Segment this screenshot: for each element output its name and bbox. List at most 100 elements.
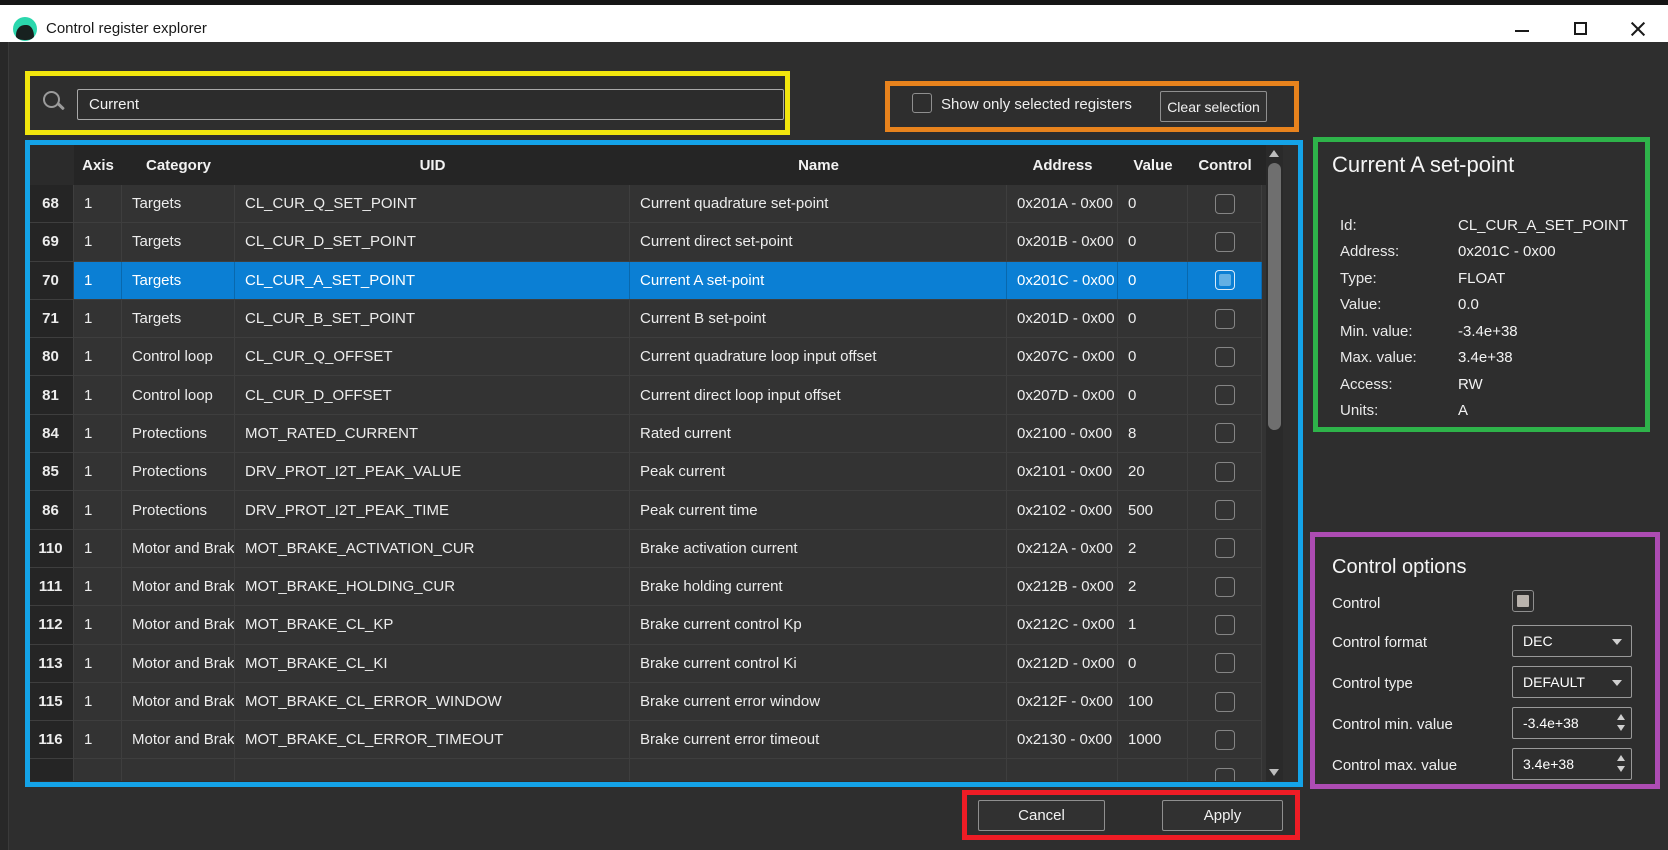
- control-max-input[interactable]: 3.4e+38: [1512, 748, 1632, 780]
- uid-cell: DRV_PROT_I2T_PEAK_TIME: [235, 491, 630, 528]
- header-uid[interactable]: UID: [235, 145, 630, 185]
- axis-cell: 1: [74, 338, 122, 375]
- header-control[interactable]: Control: [1188, 145, 1262, 185]
- value-cell: 1: [1118, 606, 1188, 643]
- register-row[interactable]: 861ProtectionsDRV_PROT_I2T_PEAK_TIMEPeak…: [28, 491, 1262, 529]
- header-value[interactable]: Value: [1118, 145, 1188, 185]
- maximize-button[interactable]: [1557, 10, 1603, 47]
- register-row[interactable]: 681TargetsCL_CUR_Q_SET_POINTCurrent quad…: [28, 185, 1262, 223]
- category-cell: Protections: [122, 491, 235, 528]
- row-control-checkbox[interactable]: [1215, 500, 1235, 520]
- cancel-button[interactable]: Cancel: [978, 800, 1105, 831]
- axis-cell: [74, 759, 122, 781]
- row-control-checkbox[interactable]: [1215, 615, 1235, 635]
- spin-up-icon[interactable]: [1617, 755, 1625, 761]
- axis-cell: 1: [74, 223, 122, 260]
- scrollbar-thumb[interactable]: [1268, 163, 1281, 430]
- register-row[interactable]: 701TargetsCL_CUR_A_SET_POINTCurrent A se…: [28, 262, 1262, 300]
- register-row[interactable]: 811Control loopCL_CUR_D_OFFSETCurrent di…: [28, 376, 1262, 414]
- detail-field-row: Id:CL_CUR_A_SET_POINT: [1340, 212, 1640, 239]
- name-cell: Brake current control Ki: [630, 645, 1007, 682]
- name-cell: Brake current control Kp: [630, 606, 1007, 643]
- row-control-checkbox[interactable]: [1215, 768, 1235, 781]
- detail-field-label: Type:: [1340, 270, 1458, 287]
- header-category[interactable]: Category: [122, 145, 235, 185]
- register-row[interactable]: 1131Motor and BrakeMOT_BRAKE_CL_KIBrake …: [28, 645, 1262, 683]
- detail-field-value: RW: [1458, 376, 1483, 393]
- row-control-checkbox[interactable]: [1215, 270, 1235, 290]
- control-checkbox[interactable]: [1512, 590, 1534, 612]
- category-cell: Targets: [122, 223, 235, 260]
- name-cell: Brake current error timeout: [630, 721, 1007, 758]
- header-name[interactable]: Name: [630, 145, 1007, 185]
- num-cell: 116: [28, 721, 74, 758]
- register-row[interactable]: 1121Motor and BrakeMOT_BRAKE_CL_KPBrake …: [28, 606, 1262, 644]
- row-control-checkbox[interactable]: [1215, 462, 1235, 482]
- row-control-checkbox[interactable]: [1215, 692, 1235, 712]
- value-cell: 0: [1118, 338, 1188, 375]
- axis-cell: 1: [74, 568, 122, 605]
- category-cell: Control loop: [122, 376, 235, 413]
- register-row[interactable]: 841ProtectionsMOT_RATED_CURRENTRated cur…: [28, 415, 1262, 453]
- value-cell: 20: [1118, 453, 1188, 490]
- header-address[interactable]: Address: [1007, 145, 1118, 185]
- row-control-checkbox[interactable]: [1215, 730, 1235, 750]
- control-cell: [1188, 223, 1262, 260]
- spin-down-icon[interactable]: [1617, 766, 1625, 772]
- register-row[interactable]: 711TargetsCL_CUR_B_SET_POINTCurrent B se…: [28, 300, 1262, 338]
- row-control-checkbox[interactable]: [1215, 347, 1235, 367]
- axis-cell: 1: [74, 415, 122, 452]
- header-axis[interactable]: Axis: [74, 145, 122, 185]
- detail-field-row: Address:0x201C - 0x00: [1340, 239, 1640, 266]
- row-control-checkbox[interactable]: [1215, 577, 1235, 597]
- register-row[interactable]: 1151Motor and BrakeMOT_BRAKE_CL_ERROR_WI…: [28, 683, 1262, 721]
- register-row[interactable]: [28, 759, 1262, 781]
- register-row[interactable]: 691TargetsCL_CUR_D_SET_POINTCurrent dire…: [28, 223, 1262, 261]
- name-cell: Current direct set-point: [630, 223, 1007, 260]
- name-cell: Peak current: [630, 453, 1007, 490]
- search-input[interactable]: [77, 89, 784, 120]
- register-row[interactable]: 1161Motor and BrakeMOT_BRAKE_CL_ERROR_TI…: [28, 721, 1262, 759]
- name-cell: Brake current error window: [630, 683, 1007, 720]
- num-cell: 80: [28, 338, 74, 375]
- control-format-select[interactable]: DEC: [1512, 625, 1632, 657]
- show-only-selected-label: Show only selected registers: [941, 96, 1132, 113]
- value-cell: 8: [1118, 415, 1188, 452]
- register-row[interactable]: 851ProtectionsDRV_PROT_I2T_PEAK_VALUEPea…: [28, 453, 1262, 491]
- apply-button[interactable]: Apply: [1162, 800, 1283, 831]
- detail-field-value: 0.0: [1458, 296, 1479, 313]
- uid-cell: CL_CUR_D_SET_POINT: [235, 223, 630, 260]
- show-only-selected-checkbox[interactable]: [912, 93, 932, 113]
- uid-cell: CL_CUR_B_SET_POINT: [235, 300, 630, 337]
- minimize-button[interactable]: [1499, 10, 1545, 47]
- control-cell: [1188, 262, 1262, 299]
- spin-up-icon[interactable]: [1617, 714, 1625, 720]
- category-cell: [122, 759, 235, 781]
- row-control-checkbox[interactable]: [1215, 385, 1235, 405]
- clear-selection-button[interactable]: Clear selection: [1160, 91, 1267, 122]
- register-row[interactable]: 1111Motor and BrakeMOT_BRAKE_HOLDING_CUR…: [28, 568, 1262, 606]
- row-control-checkbox[interactable]: [1215, 423, 1235, 443]
- detail-field-value: A: [1458, 402, 1468, 419]
- value-cell: 0: [1118, 376, 1188, 413]
- detail-field-value: 3.4e+38: [1458, 349, 1513, 366]
- register-row[interactable]: 801Control loopCL_CUR_Q_OFFSETCurrent qu…: [28, 338, 1262, 376]
- row-control-checkbox[interactable]: [1215, 653, 1235, 673]
- address-cell: [1007, 759, 1118, 781]
- control-min-input[interactable]: -3.4e+38: [1512, 707, 1632, 739]
- row-control-checkbox[interactable]: [1215, 194, 1235, 214]
- detail-field-value: FLOAT: [1458, 270, 1505, 287]
- control-min-label: Control min. value: [1332, 716, 1453, 733]
- uid-cell: MOT_BRAKE_HOLDING_CUR: [235, 568, 630, 605]
- close-button[interactable]: [1614, 10, 1660, 47]
- register-row[interactable]: 1101Motor and BrakeMOT_BRAKE_ACTIVATION_…: [28, 530, 1262, 568]
- row-control-checkbox[interactable]: [1215, 538, 1235, 558]
- row-control-checkbox[interactable]: [1215, 232, 1235, 252]
- spin-down-icon[interactable]: [1617, 725, 1625, 731]
- scroll-up-button[interactable]: [1266, 145, 1283, 162]
- row-control-checkbox[interactable]: [1215, 309, 1235, 329]
- control-cell: [1188, 376, 1262, 413]
- control-type-select[interactable]: DEFAULT: [1512, 666, 1632, 698]
- scroll-down-button[interactable]: [1266, 764, 1283, 781]
- vertical-scrollbar[interactable]: [1266, 145, 1283, 781]
